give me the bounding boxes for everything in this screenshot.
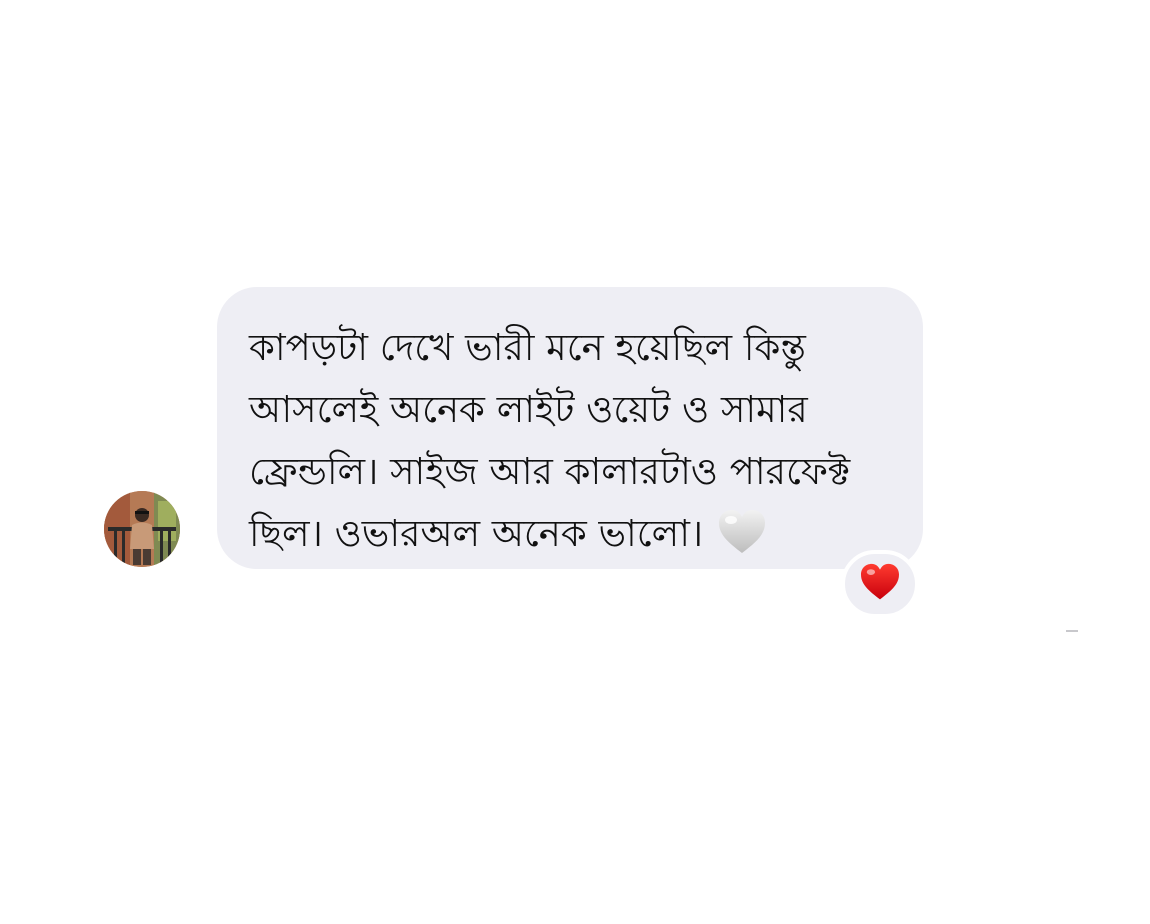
message-bubble[interactable]: কাপড়টা দেখে ভারী মনে হয়েছিল কিন্তু আসল… — [217, 287, 923, 569]
message-line-4: ছিল। ওভারঅল অনেক ভালো। — [249, 503, 883, 565]
message-line-1: কাপড়টা দেখে ভারী মনে হয়েছিল কিন্তু — [249, 326, 806, 369]
message-line-2: আসলেই অনেক লাইট ওয়েট ও সামার — [249, 388, 808, 431]
white-heart-icon — [717, 509, 767, 555]
reaction-badge[interactable] — [841, 550, 919, 618]
message-line-4-text: ছিল। ওভারঅল অনেক ভালো। — [249, 512, 704, 555]
message-line-3: ফ্রেন্ডলি। সাইজ আর কালারটাও পারফেক্ট — [249, 450, 851, 493]
message-row: কাপড়টা দেখে ভারী মনে হয়েছিল কিন্তু আসল… — [0, 0, 1150, 924]
avatar-photo — [104, 491, 180, 567]
red-heart-icon — [859, 563, 901, 605]
sender-avatar[interactable] — [104, 491, 180, 567]
divider-mark — [1066, 630, 1078, 632]
